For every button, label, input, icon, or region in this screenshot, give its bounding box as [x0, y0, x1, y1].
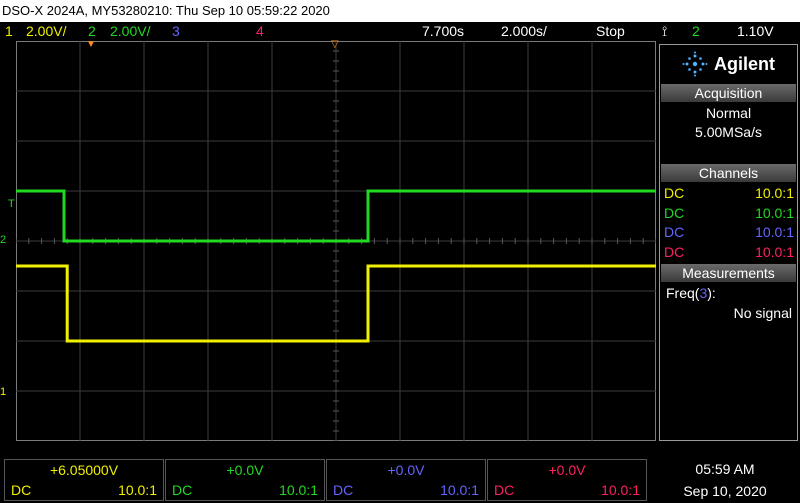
ch2-coupling: DC [172, 482, 193, 498]
status-bar: 1 2.00V/ 2 2.00V/ 3 4 7.700s 2.000s/ Sto… [0, 22, 800, 41]
ch2-offset: +0.0V [226, 462, 264, 478]
channel-row-3: DC 10.0:1 [664, 224, 794, 240]
ch3-offset: +0.0V [387, 462, 425, 478]
ch4-coupling: DC [494, 482, 515, 498]
run-state[interactable]: Stop [596, 22, 625, 41]
ch2-probe: 10.0:1 [279, 482, 318, 498]
ch1-number[interactable]: 1 [5, 22, 13, 41]
ch3-offset-box[interactable]: +0.0V DC 10.0:1 [326, 459, 486, 501]
ch4-offset: +0.0V [548, 462, 586, 478]
trigger-level[interactable]: 1.10V [737, 22, 774, 41]
waveform-display[interactable] [16, 41, 656, 441]
ch2-scale[interactable]: 2.00V/ [110, 22, 150, 41]
clock-date: Sep 10, 2020 [683, 483, 767, 499]
ch1-offset-box[interactable]: +6.05000V DC 10.0:1 [4, 459, 164, 501]
trigger-edge-icon: ⟟ [662, 23, 668, 39]
agilent-spark-icon [682, 51, 708, 77]
acquisition-header[interactable]: Acquisition [661, 84, 796, 102]
ch1-scale[interactable]: 2.00V/ [26, 22, 66, 41]
graticule [16, 41, 656, 441]
ch4-probe: 10.0:1 [601, 482, 640, 498]
delay-reference-icon: ▽ [331, 39, 339, 50]
channel-row-1: DC 10.0:1 [664, 185, 794, 201]
horizontal-delay[interactable]: 7.700s [422, 22, 464, 41]
trigger-position-icon: ▼ [86, 39, 96, 50]
timebase-scale[interactable]: 2.000s/ [501, 22, 547, 41]
channel-row-4: DC 10.0:1 [664, 244, 794, 260]
brand: Agilent [660, 45, 797, 83]
clock: 05:59 AM Sep 10, 2020 [650, 459, 800, 503]
measurements-header[interactable]: Measurements [661, 264, 796, 282]
ch2-ground-marker[interactable]: 2 [0, 234, 6, 246]
ch3-coupling: DC [333, 482, 354, 498]
ch1-probe: 10.0:1 [118, 482, 157, 498]
trigger-level-marker: T [8, 198, 15, 210]
clock-time: 05:59 AM [695, 461, 755, 477]
ch2-offset-box[interactable]: +0.0V DC 10.0:1 [165, 459, 325, 501]
ch4-number[interactable]: 4 [256, 22, 264, 41]
channels-header[interactable]: Channels [661, 164, 796, 182]
brand-name: Agilent [714, 53, 775, 74]
ch3-number[interactable]: 3 [172, 22, 180, 41]
ch3-probe: 10.0:1 [440, 482, 479, 498]
trigger-source[interactable]: 2 [692, 22, 700, 41]
measurement-label: Freq(3): [666, 285, 716, 301]
sample-rate: 5.00MSa/s [695, 124, 762, 140]
measurement-value: No signal [733, 305, 792, 321]
ch1-ground-marker[interactable]: 1 [0, 386, 6, 398]
ch1-coupling: DC [11, 482, 32, 498]
ch4-offset-box[interactable]: +0.0V DC 10.0:1 [487, 459, 647, 501]
acquisition-mode: Normal [705, 105, 752, 121]
channel-row-2: DC 10.0:1 [664, 205, 794, 221]
ch1-offset: +6.05000V [49, 462, 119, 478]
right-panel: Agilent Acquisition Normal 5.00MSa/s Cha… [659, 44, 798, 441]
window-title: DSO-X 2024A, MY53280210: Thu Sep 10 05:5… [0, 0, 800, 22]
